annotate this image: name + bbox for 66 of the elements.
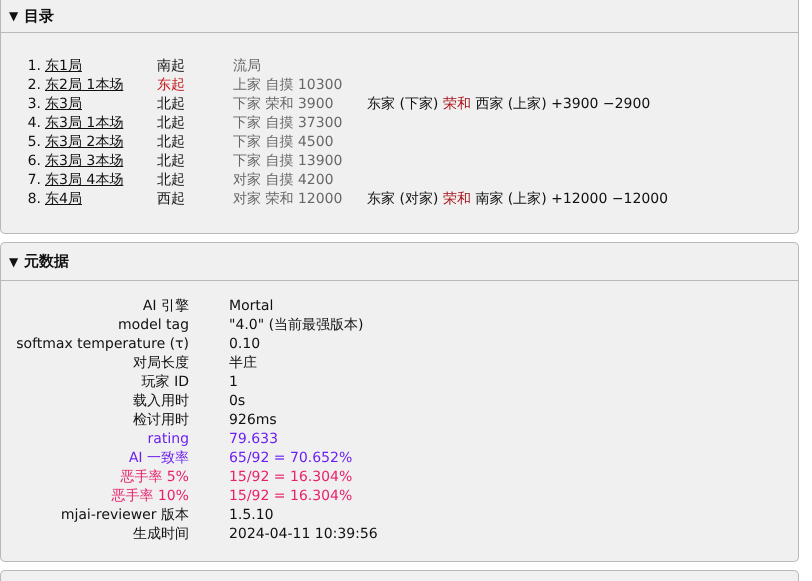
- field-label: softmax temperature (τ): [15, 336, 189, 352]
- field-label: 生成时间: [132, 524, 189, 542]
- dealer-text: 北起: [157, 170, 186, 188]
- round-link[interactable]: 东3局 2本场: [45, 134, 124, 150]
- field-label: 恶手率 5%: [119, 468, 189, 486]
- round-link[interactable]: 东4局: [45, 190, 82, 206]
- dealer-text: 北起: [157, 132, 186, 150]
- field-value: 926ms: [229, 412, 278, 428]
- field-label: 载入用时: [132, 392, 189, 410]
- list-number: 7.: [26, 172, 42, 188]
- field-label: mjai-reviewer 版本: [60, 506, 189, 524]
- list-number: 5.: [26, 134, 42, 150]
- dealer-text: 北起: [157, 114, 186, 132]
- dealer-text: 东起: [157, 76, 186, 94]
- outcome-text: 下家 自摸 37300: [233, 114, 344, 132]
- expanded-triangle-icon: ▼: [9, 254, 18, 268]
- field-value: 15/92 = 16.304%: [229, 488, 354, 504]
- field-value: 0s: [229, 392, 246, 408]
- field-label: AI 引擎: [142, 296, 189, 314]
- list-number: 4.: [26, 114, 42, 130]
- outcome-text: 下家 自摸 13900: [233, 152, 344, 170]
- field-value: 79.633: [229, 430, 279, 446]
- outcome-text: 对家 自摸 4200: [233, 170, 335, 188]
- round-link[interactable]: 东1局: [45, 58, 82, 74]
- round-link[interactable]: 东3局: [45, 96, 82, 112]
- field-value: 15/92 = 16.304%: [229, 468, 354, 484]
- round-link[interactable]: 东2局 1本场: [45, 76, 124, 92]
- field-value: 2024-04-11 10:39:56: [229, 526, 379, 542]
- result-text: 东家 (下家) 荣和 西家 (上家) +3900 −2900: [367, 94, 650, 112]
- list-number: 2.: [26, 76, 42, 92]
- section-header[interactable]: ▼ 元数据: [1, 243, 798, 281]
- field-value: 1.5.10: [229, 506, 275, 522]
- field-label: 玩家 ID: [140, 372, 189, 390]
- field-value: "4.0" (当前最强版本): [229, 316, 365, 334]
- dealer-text: 南起: [157, 56, 186, 74]
- list-number: 3.: [26, 96, 42, 112]
- field-value: 1: [229, 374, 239, 390]
- round-link[interactable]: 东3局 1本场: [45, 114, 124, 130]
- field-label: 对局长度: [132, 354, 189, 372]
- expanded-triangle-icon: ▼: [9, 9, 18, 23]
- field-label: model tag: [117, 316, 189, 332]
- field-value: 半庄: [229, 354, 258, 372]
- list-number: 1.: [26, 58, 42, 74]
- field-value: Mortal: [229, 298, 274, 314]
- outcome-text: 流局: [233, 56, 262, 74]
- dealer-text: 北起: [157, 94, 186, 112]
- list-number: 6.: [26, 152, 42, 168]
- field-label: rating: [146, 430, 189, 446]
- outcome-text: 对家 荣和 12000: [233, 190, 344, 208]
- field-label: 恶手率 10%: [110, 486, 189, 504]
- outcome-text: 下家 荣和 3900: [233, 94, 335, 112]
- round-link[interactable]: 东3局 3本场: [45, 152, 124, 168]
- round-link[interactable]: 东3局 4本场: [45, 172, 124, 188]
- field-value: 0.10: [229, 336, 262, 352]
- outcome-text: 下家 自摸 4500: [233, 132, 335, 150]
- result-text: 东家 (对家) 荣和 南家 (上家) +12000 −12000: [367, 190, 668, 208]
- field-label: AI 一致率: [128, 448, 189, 466]
- section-header[interactable]: ▼ 目录: [1, 0, 798, 33]
- list-number: 8.: [26, 190, 42, 206]
- section-title: 元数据: [24, 252, 70, 271]
- field-value: 65/92 = 70.652%: [229, 450, 354, 466]
- dealer-text: 北起: [157, 152, 186, 170]
- section-title: 目录: [24, 6, 54, 26]
- outcome-text: 上家 自摸 10300: [233, 76, 344, 94]
- field-label: 检讨用时: [132, 410, 189, 428]
- dealer-text: 西起: [157, 190, 186, 208]
